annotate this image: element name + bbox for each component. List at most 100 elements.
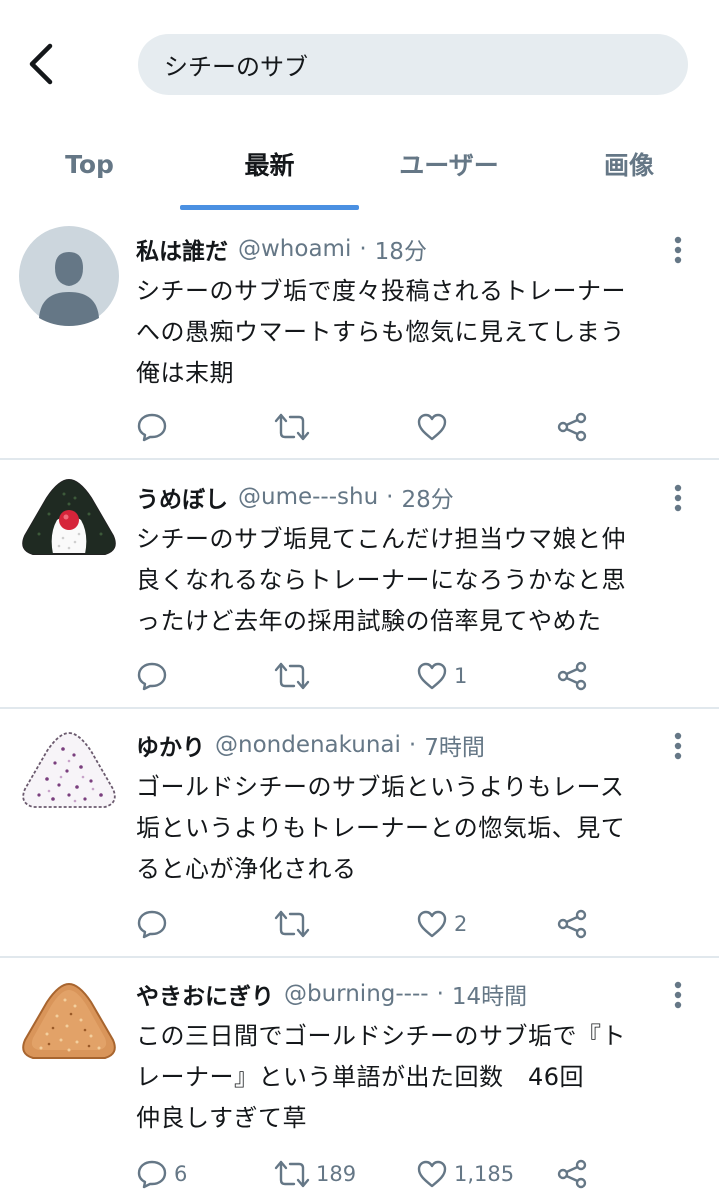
reply-button[interactable]: [136, 904, 174, 944]
heart-icon: [417, 910, 447, 938]
tweet-text: シチーのサブ垢で度々投稿されるトレーナー への愚痴ウマートすらも惚気に見えてしま…: [136, 271, 676, 394]
retweet-button[interactable]: [274, 656, 316, 696]
tweet-text-line: 良くなれるならトレーナーになろうかなと思: [136, 566, 626, 594]
more-options-button[interactable]: [668, 235, 688, 265]
retweet-count: 189: [316, 1162, 357, 1186]
avatar[interactable]: [19, 474, 119, 574]
active-tab-indicator: [180, 205, 359, 210]
tab-label: 最新: [244, 151, 295, 180]
display-name[interactable]: ゆかり: [136, 728, 205, 762]
separator-dot: ·: [436, 981, 444, 1007]
like-button[interactable]: 2: [416, 904, 467, 944]
yaki-onigiri-icon: [22, 982, 116, 1059]
like-button[interactable]: [416, 407, 454, 447]
timestamp: 18分: [374, 239, 427, 265]
reply-count: 6: [174, 1162, 188, 1186]
avatar[interactable]: [19, 725, 119, 825]
retweet-icon: [274, 1160, 310, 1188]
share-button[interactable]: [556, 656, 588, 696]
tweet[interactable]: うめぼし @ume---shu · 28分 シチーのサブ垢見てこんだけ担当ウマ娘…: [0, 478, 719, 707]
user-handle[interactable]: @ume---shu: [238, 484, 378, 510]
user-handle[interactable]: @whoami: [238, 236, 351, 262]
back-button[interactable]: [22, 40, 62, 86]
share-icon: [557, 412, 587, 442]
tweet-divider: [0, 707, 719, 709]
tweet-text-line: この三日間でゴールドシチーのサブ垢で『ト: [136, 1022, 626, 1050]
tweet-text-line: ると心が浄化される: [136, 855, 357, 883]
search-query: シチーのサブ: [164, 53, 308, 81]
share-icon: [557, 909, 587, 939]
like-count: 1,185: [454, 1162, 515, 1186]
tweet-header: やきおにぎり @burning---- · 14時間: [136, 976, 527, 1012]
back-arrow-icon: [29, 43, 53, 85]
share-icon: [557, 661, 587, 691]
more-options-button[interactable]: [668, 483, 688, 513]
like-count: 1: [454, 664, 468, 688]
share-button[interactable]: [556, 904, 588, 944]
umeboshi-onigiri-icon: [22, 478, 116, 555]
retweet-icon: [274, 910, 310, 938]
tab-label: 画像: [603, 151, 654, 180]
tab-bar: Top 最新 ユーザー 画像: [0, 118, 719, 210]
default-profile-icon: [19, 226, 119, 326]
tweet-text-line: 垢というよりもトレーナーとの惚気垢、見て: [136, 814, 626, 842]
like-button[interactable]: 1,185: [416, 1154, 514, 1194]
more-vertical-icon: [674, 981, 682, 1009]
retweet-button[interactable]: [274, 407, 316, 447]
heart-icon: [417, 1160, 447, 1188]
tweet-text-line: 俺は末期: [136, 359, 234, 387]
tweet-header: ゆかり @nondenakunai · 7時間: [136, 727, 485, 763]
retweet-icon: [274, 662, 310, 690]
reply-icon: [137, 1160, 167, 1189]
user-handle[interactable]: @burning----: [284, 981, 429, 1007]
tweet[interactable]: 私は誰だ @whoami · 18分 シチーのサブ垢で度々投稿されるトレーナー …: [0, 226, 719, 459]
retweet-icon: [274, 413, 310, 441]
tab-top[interactable]: Top: [0, 118, 179, 210]
avatar[interactable]: [19, 226, 119, 326]
tweet-actions: 6 189 1,185: [136, 1154, 696, 1194]
avatar[interactable]: [19, 976, 119, 1076]
timestamp: 14時間: [451, 984, 528, 1010]
tweet[interactable]: やきおにぎり @burning---- · 14時間 この三日間でゴールドシチー…: [0, 976, 719, 1200]
tweet-text-line: ゴールドシチーのサブ垢というよりもレース: [136, 773, 625, 801]
more-vertical-icon: [674, 484, 682, 512]
tweet-actions: [136, 407, 696, 447]
tweet-actions: 2: [136, 904, 696, 944]
tweet-text: シチーのサブ垢見てこんだけ担当ウマ娘と仲 良くなれるならトレーナーになろうかなと…: [136, 519, 676, 642]
tweet-text-line: シチーのサブ垢で度々投稿されるトレーナー: [136, 277, 626, 305]
more-vertical-icon: [674, 236, 682, 264]
tweet-text-line: 仲良しすぎて草: [136, 1104, 308, 1132]
reply-button[interactable]: 6: [136, 1154, 187, 1194]
reply-icon: [137, 662, 167, 691]
reply-button[interactable]: [136, 656, 174, 696]
display-name[interactable]: 私は誰だ: [136, 232, 228, 266]
search-input[interactable]: シチーのサブ: [138, 34, 688, 95]
tweet-text: ゴールドシチーのサブ垢というよりもレース 垢というよりもトレーナーとの惚気垢、見…: [136, 767, 676, 890]
retweet-button[interactable]: [274, 904, 316, 944]
user-handle[interactable]: @nondenakunai: [215, 732, 401, 758]
display-name[interactable]: うめぼし: [136, 480, 228, 514]
more-options-button[interactable]: [668, 980, 688, 1010]
more-options-button[interactable]: [668, 731, 688, 761]
like-count: 2: [454, 912, 468, 936]
more-vertical-icon: [674, 732, 682, 760]
tweet[interactable]: ゆかり @nondenakunai · 7時間 ゴールドシチーのサブ垢というより…: [0, 727, 719, 955]
tab-label: Top: [65, 149, 114, 179]
share-icon: [557, 1159, 587, 1189]
share-button[interactable]: [556, 407, 588, 447]
share-button[interactable]: [556, 1154, 588, 1194]
display-name[interactable]: やきおにぎり: [136, 977, 274, 1011]
tab-images[interactable]: 画像: [539, 118, 719, 210]
tab-users[interactable]: ユーザー: [359, 118, 539, 210]
tweet-text-line: への愚痴ウマートすらも惚気に見えてしまう: [136, 318, 625, 346]
tweet-divider: [0, 956, 719, 958]
timestamp: 7時間: [424, 735, 485, 761]
tweet-header: うめぼし @ume---shu · 28分: [136, 479, 454, 515]
retweet-button[interactable]: 189: [274, 1154, 356, 1194]
like-button[interactable]: 1: [416, 656, 467, 696]
reply-icon: [137, 910, 167, 939]
tab-latest[interactable]: 最新: [180, 118, 359, 210]
timestamp: 28分: [401, 487, 454, 513]
reply-button[interactable]: [136, 407, 174, 447]
tweet-divider: [0, 458, 719, 460]
